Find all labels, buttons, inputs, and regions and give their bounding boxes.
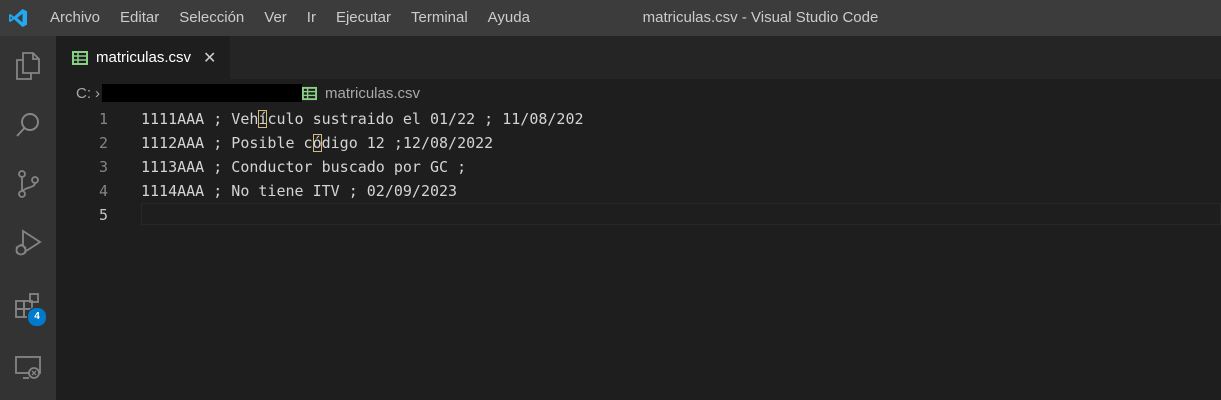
menu-seleccion[interactable]: Selección: [169, 0, 254, 36]
editor[interactable]: 1 1111AAA ; Vehículo sustraido el 01/22 …: [56, 107, 1221, 400]
line-number: 1: [98, 110, 108, 128]
breadcrumb-drive[interactable]: C:: [76, 85, 91, 102]
breadcrumb: C: › matriculas.csv: [56, 79, 1221, 107]
vscode-logo-icon: [0, 0, 36, 36]
line-text: 1112AAA ; Posible código 12 ;12/08/2022: [141, 134, 494, 152]
line-number: 5: [98, 206, 108, 224]
explorer-icon[interactable]: [0, 40, 56, 92]
menu-ejecutar[interactable]: Ejecutar: [326, 0, 401, 36]
code-line[interactable]: 3 1113AAA ; Conductor buscado por GC ;: [56, 155, 1221, 179]
menu-bar: Archivo Editar Selección Ver Ir Ejecutar…: [40, 0, 540, 36]
unicode-highlight: ó: [312, 134, 322, 152]
menu-archivo[interactable]: Archivo: [40, 0, 110, 36]
remote-explorer-icon[interactable]: [0, 341, 56, 393]
tab-bar: matriculas.csv ✕: [56, 36, 1221, 79]
close-icon[interactable]: ✕: [203, 48, 216, 68]
csv-file-icon: [72, 50, 88, 65]
line-text: 1113AAA ; Conductor buscado por GC ;: [141, 158, 467, 176]
code-line[interactable]: 5: [56, 203, 1221, 227]
extensions-icon[interactable]: 4: [0, 280, 56, 332]
code-line[interactable]: 1 1111AAA ; Vehículo sustraido el 01/22 …: [56, 107, 1221, 131]
line-text: 1111AAA ; Vehículo sustraido el 01/22 ; …: [141, 110, 584, 128]
menu-ir[interactable]: Ir: [297, 0, 326, 36]
tab-matriculas-csv[interactable]: matriculas.csv ✕: [56, 36, 230, 79]
breadcrumb-separator: ›: [95, 84, 100, 102]
menu-ver[interactable]: Ver: [254, 0, 297, 36]
search-icon[interactable]: [0, 99, 56, 151]
menu-editar[interactable]: Editar: [110, 0, 169, 36]
line-number: 3: [98, 158, 108, 176]
title-bar: Archivo Editar Selección Ver Ir Ejecutar…: [0, 0, 1221, 36]
source-control-icon[interactable]: [0, 158, 56, 210]
menu-ayuda[interactable]: Ayuda: [478, 0, 540, 36]
csv-file-icon: [302, 86, 317, 100]
line-text: 1114AAA ; No tiene ITV ; 02/09/2023: [141, 182, 458, 200]
line-number: 4: [98, 182, 108, 200]
line-number: 2: [98, 134, 108, 152]
extensions-badge: 4: [27, 307, 47, 327]
tab-label: matriculas.csv: [96, 49, 192, 66]
redacted-path: [102, 84, 302, 102]
menu-terminal[interactable]: Terminal: [401, 0, 478, 36]
activity-bar: 4: [0, 36, 56, 400]
code-line[interactable]: 2 1112AAA ; Posible código 12 ;12/08/202…: [56, 131, 1221, 155]
run-debug-icon[interactable]: [0, 217, 56, 269]
breadcrumb-file[interactable]: matriculas.csv: [325, 85, 420, 102]
code-line[interactable]: 4 1114AAA ; No tiene ITV ; 02/09/2023: [56, 179, 1221, 203]
